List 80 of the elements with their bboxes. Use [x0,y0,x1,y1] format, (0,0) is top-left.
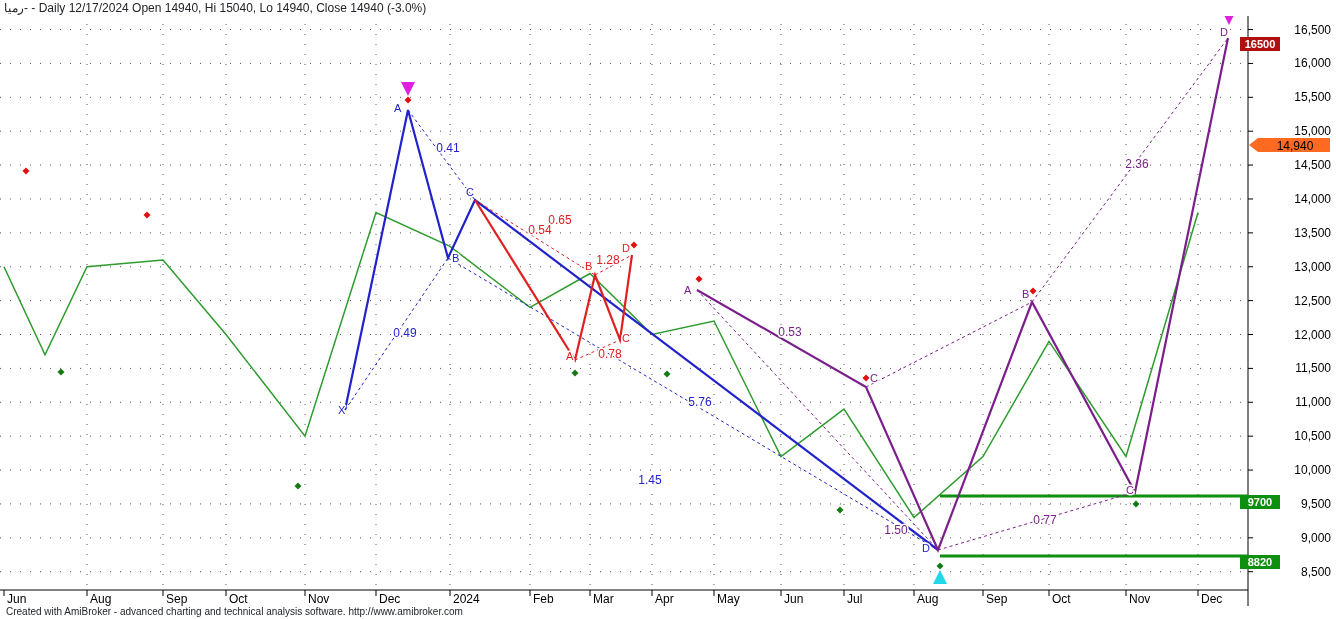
axis-label: 11,500 [1295,361,1331,376]
point-label: B [585,260,593,272]
point-label: C [466,186,474,198]
axis-label: 9,500 [1300,496,1331,511]
axis-label: Apr [655,592,674,606]
diamond-marker-icon [836,506,844,514]
price-tag-text: 9700 [1247,496,1273,508]
axis-label: Sep [166,592,188,606]
diamond-marker-icon [294,482,302,490]
diamond-marker-icon [143,211,151,219]
point-label: A [394,102,402,114]
ratio-label: 0.78 [598,347,622,361]
point-label: C [1126,484,1134,496]
axis-label: Dec [379,592,401,606]
axis-label: 14,000 [1294,192,1331,206]
diamond-marker-icon [630,241,638,249]
diamond-marker-icon [862,374,870,382]
ratio-label: 2.36 [1125,157,1149,171]
price-tag-text: 8820 [1247,556,1273,568]
axis-label: 16,000 [1294,56,1331,71]
axis-label: Aug [917,592,939,606]
axis-label: 16,500 [1294,22,1331,37]
axis-label: May [717,592,740,606]
axis-label: Jul [847,592,863,606]
point-label: D [622,242,630,254]
diamond-marker-icon [22,167,30,175]
point-label: C [870,372,878,384]
axis-label: 12,000 [1294,327,1331,342]
point-label: B [1022,288,1030,300]
last-price-text: 14,940 [1276,138,1314,153]
ratio-label: 1.45 [638,473,662,487]
axis-label: 11,000 [1295,395,1331,410]
point-label: A [684,284,692,296]
axis-label: Jun [784,592,804,606]
ratio-label: 0.41 [436,141,460,155]
axis-label: 12,500 [1294,293,1331,308]
point-label: A [566,350,574,362]
diamond-marker-icon [695,275,703,283]
axis-label: 10,000 [1294,463,1331,478]
axis-label: 15,000 [1294,124,1331,139]
axis-label: Feb [533,592,554,606]
axis-label: 8,500 [1300,564,1331,579]
buy-arrow-icon [933,570,947,584]
axis-label: Aug [90,592,112,606]
axis-label: 10,500 [1294,429,1331,444]
diamond-marker-icon [1029,287,1037,295]
ratio-label: 1.28 [596,253,620,267]
point-label: D [1220,26,1228,38]
price-tag-text: 16500 [1244,38,1276,50]
footer-text: Created with AmiBroker - advanced charting and technical analysis software. http://www.amibroker.com [6,606,463,617]
point-label: B [452,252,460,264]
point-label: X [338,404,346,416]
ratio-label: 0.53 [778,325,802,339]
ratio-label: 1.50 [884,523,908,537]
point-label: D [922,542,930,554]
axis-label: Sep [986,592,1008,606]
diamond-marker-icon [57,368,65,376]
ratio-label: 5.76 [688,395,712,409]
axis-label: 2024 [453,592,480,606]
diamond-marker-icon [663,370,671,378]
axis-label: Oct [229,592,248,606]
axis-label: Jun [7,592,27,606]
ratio-label: 0.49 [393,326,417,340]
axis-label: Dec [1201,592,1223,606]
diamond-marker-icon [1132,500,1140,508]
sell-arrow-icon [401,82,415,96]
sell-arrow-icon [1222,16,1236,25]
axis-label: 15,500 [1294,90,1331,105]
axis-label: 9,000 [1300,530,1331,545]
axis-label: Mar [593,592,614,606]
axis-label: 13,000 [1294,259,1331,274]
axis-label: 14,500 [1294,158,1331,173]
diamond-marker-icon [571,369,579,377]
axis-label: 13,500 [1294,225,1331,240]
axis-label: Oct [1052,592,1071,606]
point-label: C [622,332,630,344]
ratio-label: 0.77 [1033,513,1057,527]
axis-label: Nov [308,592,330,606]
chart-title: رميا- - Daily 12/17/2024 Open 14940, Hi 15040, Lo 14940, Close 14940 (-3.0%) [4,1,427,15]
axis-label: Nov [1129,592,1151,606]
